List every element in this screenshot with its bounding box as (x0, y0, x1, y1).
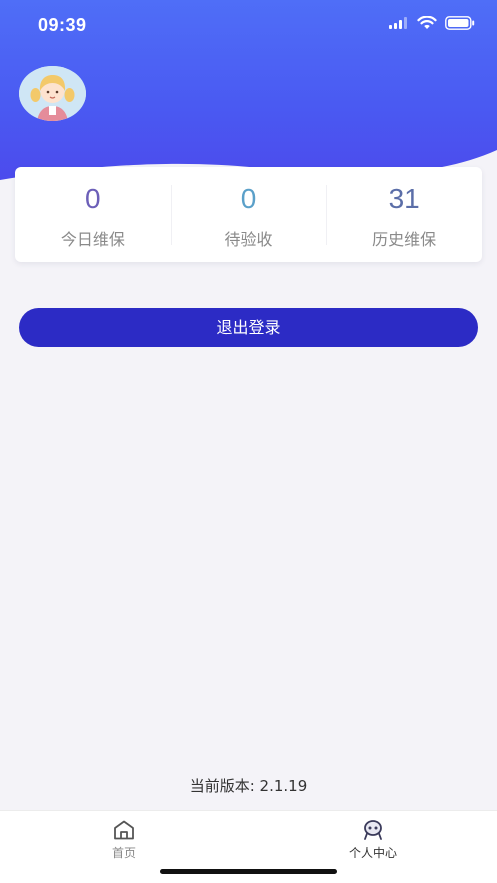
signal-icon (389, 17, 407, 29)
stat-history-maintenance[interactable]: 31 历史维保 (326, 167, 482, 262)
wifi-icon (417, 16, 437, 29)
home-icon (114, 820, 134, 840)
tab-home[interactable]: 首页 (79, 819, 169, 861)
stat-label: 待验收 (224, 230, 273, 249)
stat-value: 0 (240, 183, 257, 214)
stat-label: 历史维保 (372, 230, 437, 249)
tab-label: 首页 (111, 846, 136, 860)
tab-label: 个人中心 (348, 846, 397, 860)
stat-today-maintenance[interactable]: 0 今日维保 (15, 167, 171, 262)
battery-icon (445, 16, 475, 30)
status-time: 09:39 (38, 15, 87, 35)
profile-icon (364, 820, 382, 840)
stat-label: 今日维保 (60, 230, 125, 249)
stat-value: 0 (85, 183, 101, 214)
status-bar: 09:39 (0, 0, 497, 50)
avatar-girl-icon (19, 66, 86, 121)
tab-profile[interactable]: 个人中心 (328, 819, 418, 861)
version-text: 当前版本: 2.1.19 (189, 777, 308, 795)
home-indicator (160, 869, 337, 874)
status-icons (389, 16, 475, 30)
avatar[interactable] (19, 66, 86, 121)
logout-button[interactable]: 退出登录 (19, 308, 478, 347)
stat-value: 31 (388, 183, 420, 214)
stats-card: 0 今日维保 0 待验收 31 历史维保 (15, 167, 482, 262)
stat-pending-acceptance[interactable]: 0 待验收 (170, 167, 327, 262)
